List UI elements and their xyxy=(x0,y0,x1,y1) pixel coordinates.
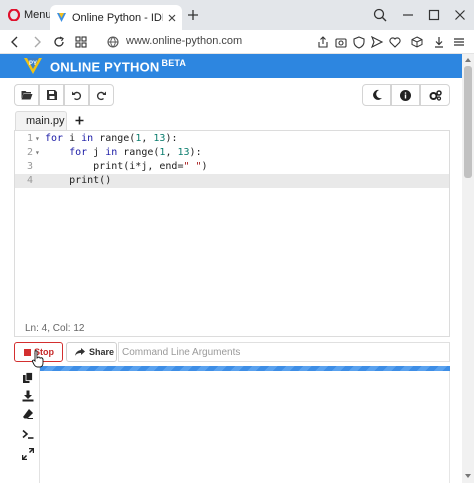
tab-close-icon[interactable] xyxy=(168,14,176,22)
snapshot-icon[interactable] xyxy=(334,35,348,49)
shield-icon[interactable] xyxy=(352,35,366,49)
brand-badge: BETA xyxy=(161,58,187,68)
share-label: Share xyxy=(89,347,115,357)
expand-icon[interactable] xyxy=(22,448,34,460)
reload-icon[interactable] xyxy=(52,35,66,49)
moon-icon xyxy=(372,89,382,100)
share-button[interactable]: Share xyxy=(66,342,117,362)
opera-logo-icon xyxy=(8,9,20,21)
settings-button[interactable] xyxy=(420,84,450,106)
code-text: for j in range(1, 13): xyxy=(69,147,202,158)
cursor-position-status: Ln: 4, Col: 12 xyxy=(25,323,85,334)
extensions-cube-icon[interactable] xyxy=(410,35,424,49)
info-button[interactable] xyxy=(391,84,420,106)
easy-setup-icon[interactable] xyxy=(452,35,466,49)
heart-icon[interactable] xyxy=(388,35,402,49)
eraser-icon[interactable] xyxy=(22,408,34,420)
forward-icon[interactable] xyxy=(30,35,44,49)
scrollbar-thumb[interactable] xyxy=(464,66,472,178)
site-favicon-icon xyxy=(57,13,66,22)
code-line-1[interactable]: 1 ▾ for i in range(1, 13): xyxy=(15,132,449,146)
site-brand[interactable]: ONLINE PYTHON BETA xyxy=(50,58,186,74)
line-number: 4 xyxy=(26,175,33,186)
output-console[interactable] xyxy=(40,371,450,483)
open-file-button[interactable] xyxy=(14,84,39,106)
dark-mode-button[interactable] xyxy=(362,84,391,106)
python-logo-icon[interactable]: PY xyxy=(23,57,43,75)
line-number: 3 xyxy=(26,161,33,172)
code-line-3[interactable]: 3 print(i*j, end=" ") xyxy=(15,160,449,174)
code-text: for i in range(1, 13): xyxy=(45,133,178,144)
folder-open-icon xyxy=(21,91,32,100)
output-side-toolbar xyxy=(14,366,40,483)
logo-text: PY xyxy=(29,61,37,67)
browser-menu-label: Menu xyxy=(24,9,52,21)
code-editor[interactable]: 1 ▾ for i in range(1, 13): 2 ▾ for j in … xyxy=(14,130,450,337)
fold-arrow-icon[interactable]: ▾ xyxy=(35,146,40,160)
downloads-icon[interactable] xyxy=(432,35,446,49)
new-tab-icon[interactable] xyxy=(186,8,200,22)
save-icon xyxy=(46,90,57,100)
stop-square-icon xyxy=(24,348,31,356)
back-icon[interactable] xyxy=(8,35,22,49)
minimize-window-icon[interactable] xyxy=(400,7,416,23)
url-text[interactable]: www.online-python.com xyxy=(126,35,242,47)
send-icon[interactable] xyxy=(370,35,384,49)
secure-connection-icon[interactable] xyxy=(106,35,120,49)
brand-name: ONLINE PYTHON xyxy=(50,59,160,75)
file-tab-main[interactable]: main.py xyxy=(15,111,67,130)
plus-icon xyxy=(75,116,83,125)
download-icon[interactable] xyxy=(22,390,34,402)
terminal-icon[interactable] xyxy=(22,428,34,440)
undo-button[interactable] xyxy=(64,84,89,106)
browser-menu-button[interactable]: Menu xyxy=(4,6,56,24)
code-line-4[interactable]: 4 print() xyxy=(15,174,449,188)
browser-tab-active[interactable]: Online Python - IDE, Editor xyxy=(50,5,182,30)
code-line-2[interactable]: 2 ▾ for j in range(1, 13): xyxy=(15,146,449,160)
save-button[interactable] xyxy=(39,84,64,106)
code-text: print(i*j, end=" ") xyxy=(45,161,208,172)
fold-arrow-icon[interactable]: ▾ xyxy=(35,132,40,146)
browser-address-bar: www.online-python.com xyxy=(0,30,474,54)
browser-tab-strip: Menu Online Python - IDE, Editor xyxy=(0,0,474,30)
code-text: print() xyxy=(45,175,112,186)
hand-cursor-icon xyxy=(32,350,44,368)
close-window-icon[interactable] xyxy=(452,7,468,23)
info-icon xyxy=(400,89,411,101)
add-file-tab[interactable] xyxy=(69,111,89,130)
line-number: 1 xyxy=(26,133,33,144)
copy-icon[interactable] xyxy=(22,372,34,384)
redo-button[interactable] xyxy=(89,84,114,106)
search-tabs-icon[interactable] xyxy=(372,7,388,23)
speed-dial-icon[interactable] xyxy=(74,35,88,49)
browser-tab-title: Online Python - IDE, Editor xyxy=(72,11,163,24)
scroll-down-icon[interactable] xyxy=(464,472,472,480)
command-line-args-input[interactable] xyxy=(118,342,450,362)
share-arrow-icon xyxy=(75,348,85,356)
line-number: 2 xyxy=(26,147,33,158)
redo-icon xyxy=(96,91,106,100)
settings-icon xyxy=(429,89,442,101)
undo-icon xyxy=(72,91,82,100)
maximize-window-icon[interactable] xyxy=(426,7,442,23)
share-page-icon[interactable] xyxy=(316,35,330,49)
scroll-up-icon[interactable] xyxy=(464,56,472,64)
